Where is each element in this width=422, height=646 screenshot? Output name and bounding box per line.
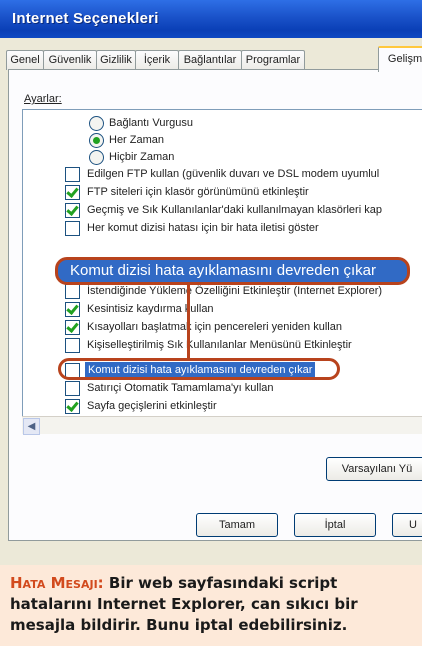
scroll-left-icon[interactable]: ◀ (23, 418, 40, 435)
checkbox[interactable] (65, 381, 80, 396)
list-item-label: Kişiselleştirilmiş Sık Kullanılanlar Men… (87, 339, 352, 351)
radio-button[interactable] (89, 150, 104, 165)
cancel-button[interactable]: İptal (294, 513, 376, 537)
radio-button[interactable] (89, 133, 104, 148)
window-title: Internet Seçenekleri (12, 10, 159, 27)
tab-strip: Genel Güvenlik Gizlilik İçerik Bağlantıl… (0, 40, 422, 72)
tab-security[interactable]: Güvenlik (43, 50, 97, 70)
apply-button[interactable]: U (392, 513, 422, 537)
list-item-label: Her komut dizisi hatası için bir hata il… (87, 222, 319, 234)
highlight-oval (58, 358, 340, 380)
checkbox[interactable] (65, 399, 80, 414)
title-bar: Internet Seçenekleri (0, 0, 422, 38)
tab-privacy[interactable]: Gizlilik (96, 50, 136, 70)
zoom-callout: Komut dizisi hata ayıklamasını devreden … (55, 257, 410, 285)
checkbox[interactable] (65, 203, 80, 218)
tab-content[interactable]: İçerik (135, 50, 179, 70)
list-item-label: Sayfa geçişlerini etkinleştir (87, 400, 217, 412)
restore-defaults-button[interactable]: Varsayılanı Yü (326, 457, 422, 481)
checkbox[interactable] (65, 302, 80, 317)
dialog-screenshot: Internet Seçenekleri Genel Güvenlik Gizl… (0, 0, 422, 565)
checkbox[interactable] (65, 320, 80, 335)
radio-button[interactable] (89, 116, 104, 131)
checkbox[interactable] (65, 284, 80, 299)
list-item-label: Geçmiş ve Sık Kullanılanlar'daki kullanı… (87, 204, 382, 216)
tab-programs[interactable]: Programlar (241, 50, 305, 70)
tab-general[interactable]: Genel (6, 50, 44, 70)
zoom-callout-text: Komut dizisi hata ayıklamasını devreden … (70, 262, 376, 279)
settings-label: Ayarlar: (24, 93, 62, 105)
tab-connections[interactable]: Bağlantılar (178, 50, 242, 70)
caption-heading: Hata Mesajı: (10, 574, 104, 592)
ok-button[interactable]: Tamam (196, 513, 278, 537)
list-item-label: FTP siteleri için klasör görünümünü etki… (87, 186, 309, 198)
list-item-label: Kısayolları başlatmak için pencereleri y… (87, 321, 342, 333)
tab-advanced[interactable]: Gelişmiş (378, 46, 422, 72)
checkbox[interactable] (65, 221, 80, 236)
checkbox[interactable] (65, 167, 80, 182)
horizontal-scrollbar[interactable]: ◀ (22, 416, 422, 435)
list-item-label: Kesintisiz kaydırma kullan (87, 303, 214, 315)
checkbox[interactable] (65, 338, 80, 353)
list-item-label: Satırıçi Otomatik Tamamlama'yı kullan (87, 382, 274, 394)
list-item-label: Edilgen FTP kullan (güvenlik duvarı ve D… (87, 168, 380, 180)
checkbox[interactable] (65, 185, 80, 200)
caption: Hata Mesajı: Bir web sayfasındaki script… (10, 573, 420, 636)
callout-connector (187, 285, 190, 358)
